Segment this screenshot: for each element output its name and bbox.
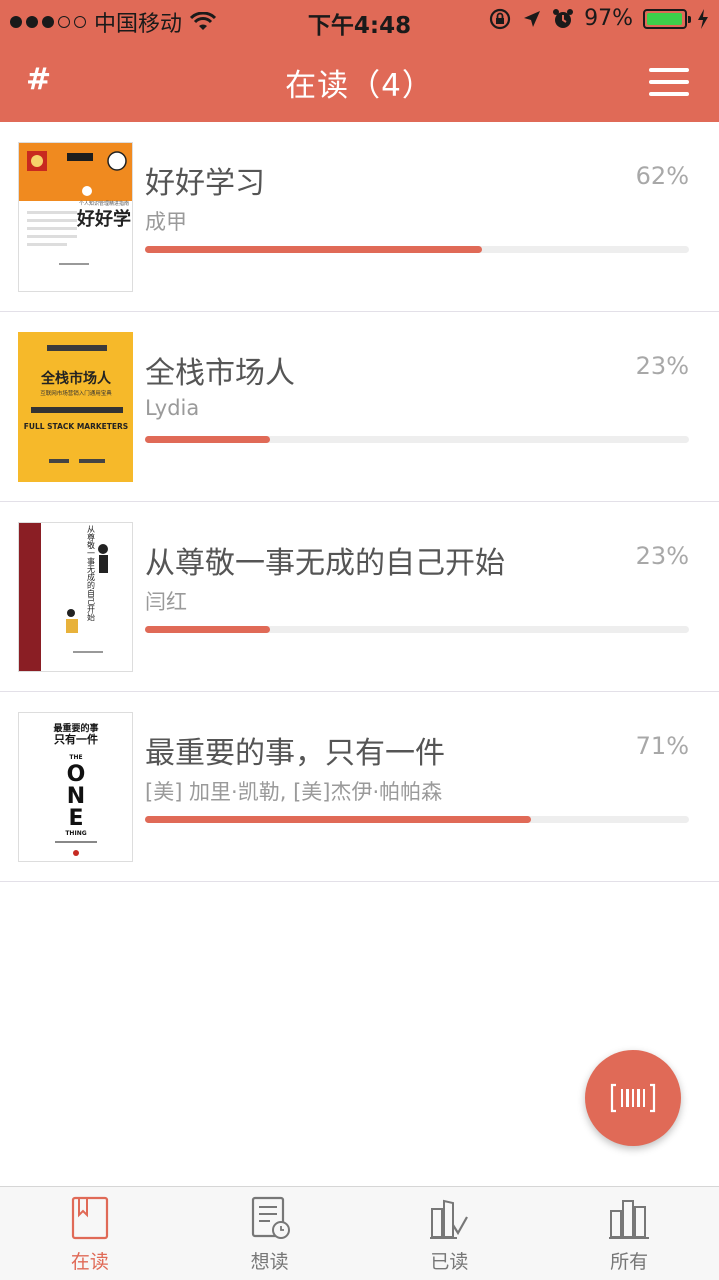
tab-finished[interactable]: 已读 — [360, 1187, 540, 1280]
bookmark-book-icon — [71, 1196, 108, 1240]
battery-icon — [643, 8, 691, 29]
tab-label: 所有 — [610, 1251, 649, 1273]
tab-label: 想读 — [250, 1251, 289, 1273]
progress-bar — [145, 626, 689, 633]
cover-top-text-2: 只有一件 — [54, 732, 98, 746]
book-cover: 全栈市场人 互联网市场营销入门通用宝典 FULL STACK MARKETERS — [18, 332, 133, 482]
book-cover: 最重要的事 只有一件 THE O N E THING — [18, 712, 133, 862]
location-arrow-icon — [524, 10, 541, 27]
progress-fill — [145, 436, 271, 443]
status-bar: 中国移动 下午4:48 97% — [0, 0, 719, 40]
page-title: 在读（4） — [285, 68, 434, 104]
book-title: 最重要的事，只有一件 — [145, 736, 445, 771]
cover-title-text: 好好学习 — [76, 208, 133, 230]
barcode-scan-icon — [610, 1083, 656, 1113]
list-clock-icon — [251, 1196, 290, 1239]
charging-bolt-icon — [698, 8, 708, 29]
tab-reading[interactable]: 在读 — [0, 1187, 180, 1280]
battery-percent: 97% — [584, 6, 633, 31]
list-item[interactable]: 全栈市场人 互联网市场营销入门通用宝典 FULL STACK MARKETERS… — [0, 312, 719, 502]
cover-sub-text: 个人知识管理精进指南 — [79, 200, 129, 207]
book-author: Lydia — [145, 396, 200, 420]
cover-the-text: THE — [69, 754, 82, 761]
cover-en-text: FULL STACK MARKETERS — [24, 422, 128, 431]
progress-fill — [145, 626, 271, 633]
rotation-lock-icon — [489, 8, 511, 29]
book-cover-art: 全栈市场人 互联网市场营销入门通用宝典 FULL STACK MARKETERS — [19, 333, 132, 481]
cover-one-e: E — [68, 806, 83, 831]
tab-label: 在读 — [70, 1251, 109, 1273]
book-cover-art: 从尊敬一事无成的自己开始 — [19, 523, 132, 671]
books-check-icon — [430, 1199, 469, 1239]
progress-fill — [145, 816, 532, 823]
cover-title-text: 从尊敬一事无成的自己开始 — [87, 525, 96, 622]
progress-percent: 23% — [635, 542, 689, 570]
progress-percent: 62% — [635, 162, 689, 190]
alarm-clock-icon — [553, 8, 574, 28]
hamburger-menu-icon[interactable] — [649, 68, 689, 96]
book-cover-art: 最重要的事 只有一件 THE O N E THING — [19, 713, 132, 861]
book-cover: 好好学习 个人知识管理精进指南 — [18, 142, 133, 292]
scan-barcode-button[interactable] — [585, 1050, 681, 1146]
cover-title-text: 全栈市场人 — [40, 370, 112, 387]
progress-bar — [145, 436, 689, 443]
tab-want-to-read[interactable]: 想读 — [180, 1187, 360, 1280]
progress-bar — [145, 246, 689, 253]
book-title: 全栈市场人 — [145, 356, 295, 391]
book-title: 从尊敬一事无成的自己开始 — [145, 546, 505, 581]
book-author: 闫红 — [145, 590, 187, 614]
progress-percent: 23% — [635, 352, 689, 380]
book-cover: 从尊敬一事无成的自己开始 — [18, 522, 133, 672]
book-title: 好好学习 — [145, 166, 265, 201]
bookshelf-icon — [609, 1200, 650, 1239]
progress-fill — [145, 246, 483, 253]
progress-bar — [145, 816, 689, 823]
cover-thing-text: THING — [65, 830, 86, 837]
book-author: 成甲 — [145, 210, 187, 234]
book-author: [美] 加里·凯勒, [美]杰伊·帕帕森 — [145, 780, 443, 804]
cover-sub-text: 互联网市场营销入门通用宝典 — [40, 389, 112, 397]
tab-label: 已读 — [430, 1251, 469, 1273]
status-right: 97% — [488, 6, 709, 31]
progress-percent: 71% — [635, 732, 689, 760]
top-bar: 中国移动 下午4:48 97% # 在读（4） — [0, 0, 719, 122]
list-item[interactable]: 从尊敬一事无成的自己开始 从尊敬一事无成的自己开始 闫红 23% — [0, 502, 719, 692]
list-item[interactable]: 最重要的事 只有一件 THE O N E THING 最重要的事，只有一件 [美… — [0, 692, 719, 882]
reading-list: 好好学习 个人知识管理精进指南 好好学习 成甲 62% 全栈市场人 互联网市场营… — [0, 122, 719, 882]
nav-header: # 在读（4） — [0, 40, 719, 122]
bottom-tab-bar: 在读 想读 已读 所有 — [0, 1186, 719, 1280]
book-cover-art: 好好学习 个人知识管理精进指南 — [19, 143, 133, 265]
tab-all[interactable]: 所有 — [539, 1187, 719, 1280]
list-item[interactable]: 好好学习 个人知识管理精进指南 好好学习 成甲 62% — [0, 122, 719, 312]
